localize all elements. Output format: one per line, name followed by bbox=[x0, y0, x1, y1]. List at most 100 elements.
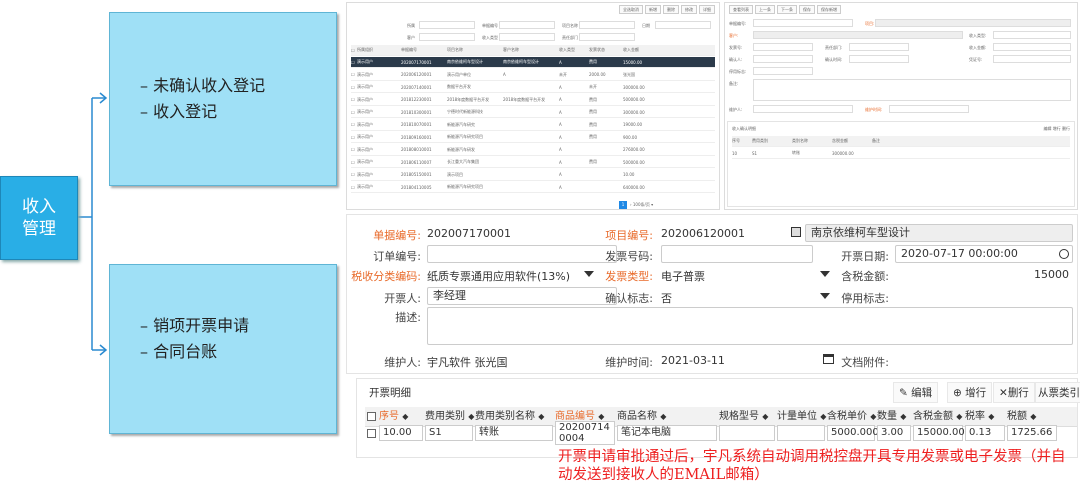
disabled-label: 停用标志: bbox=[841, 292, 889, 305]
col-fee-cat-name[interactable]: 费用类别名称 ◆ bbox=[475, 407, 544, 427]
clock-icon[interactable] bbox=[1059, 249, 1069, 259]
project-no-value: 202006120001 bbox=[661, 227, 745, 240]
order-no-label: 订单编号: bbox=[373, 250, 421, 263]
col-spec[interactable]: 规格型号 ◆ bbox=[719, 407, 768, 427]
income-edit-screenshot: 查看列表 上一条 下一条 保存 保存新增 单据编号: 项目: 客户: 收入类型: 发票号… bbox=[724, 2, 1078, 210]
desc-textarea[interactable] bbox=[427, 307, 1073, 345]
col-tax[interactable]: 税额 ◆ bbox=[1007, 407, 1036, 427]
invoice-form: 单据编号: 202007170001 项目编号: 202006120001 南京… bbox=[346, 214, 1078, 374]
cell-fee-cat-name[interactable]: 转账 bbox=[475, 425, 553, 441]
mini-table-row[interactable]: ☐ 演示用户 201810300001 宁德时代新能源科技 A 费用 300000.00 bbox=[351, 107, 715, 118]
doc-no-label: 单据编号: bbox=[373, 229, 421, 242]
mini-table-row[interactable]: ☐ 演示用户 201808010001 新能源汽车研发 A 276000.00 bbox=[351, 145, 715, 156]
maintainer-label: 维护人: bbox=[384, 356, 421, 369]
project-name-field: 南京依维柯车型设计 bbox=[805, 224, 1073, 242]
edit-toolbar-button-2[interactable]: 下一条 bbox=[777, 5, 797, 14]
income-group-list: 未确认收入登记收入登记 bbox=[140, 73, 265, 125]
col-qty[interactable]: 数量 ◆ bbox=[877, 407, 906, 427]
edit-toolbar: 查看列表 上一条 下一条 保存 保存新增 bbox=[727, 5, 841, 14]
amount-value: 15000 bbox=[1034, 268, 1069, 281]
mini-table-row[interactable]: ☐ 演示用户 201805150001 演示项目 A 10.00 bbox=[351, 170, 715, 181]
col-tax-rate[interactable]: 税率 ◆ bbox=[965, 407, 994, 427]
mini-table-row[interactable]: ☐ 演示用户 201809160001 新能源汽车研究项目 A 费用 900.00 bbox=[351, 132, 715, 143]
delete-row-button[interactable]: ✕删行 bbox=[993, 382, 1035, 403]
desc-label: 描述: bbox=[395, 311, 421, 324]
income-group-box: 未确认收入登记收入登记 bbox=[109, 12, 337, 186]
confirm-label: 确认标志: bbox=[605, 292, 653, 305]
add-row-button[interactable]: ⊕ 增行 bbox=[947, 382, 993, 403]
cell-amount[interactable]: 15000.00 bbox=[913, 425, 965, 441]
income-management-label: 收入 管理 bbox=[22, 197, 56, 239]
invoice-group-list: 销项开票申请合同台账 bbox=[140, 313, 249, 365]
invoice-group-box: 销项开票申请合同台账 bbox=[109, 264, 337, 434]
confirm-select[interactable]: 否 bbox=[661, 290, 672, 306]
list-toolbar-button-4[interactable]: 详细 bbox=[699, 5, 715, 14]
list-toolbar-button-0[interactable]: 全选取消 bbox=[619, 5, 643, 14]
cell-seq[interactable]: 10.00 bbox=[379, 425, 423, 441]
invoice-type-label: 发票类型: bbox=[605, 270, 653, 283]
col-amount[interactable]: 含税金额 ◆ bbox=[913, 407, 962, 427]
mini-table-row[interactable]: ☐ 演示用户 201810070001 新能源汽车研究 A 费用 19000.00 bbox=[351, 120, 715, 131]
invoice-no-input[interactable] bbox=[661, 245, 813, 263]
row-checkbox[interactable] bbox=[367, 429, 376, 438]
import-button[interactable]: 从票类引入 bbox=[1035, 382, 1080, 403]
amount-label: 含税金额: bbox=[841, 270, 889, 283]
income-group-item-1: 收入登记 bbox=[140, 99, 265, 125]
col-fee-cat[interactable]: 费用类别 ◆ bbox=[425, 407, 474, 427]
mini-table-row[interactable]: ☐ 演示用户 201812230001 2018年度数据平台开发 2018年度数据平台开… bbox=[351, 95, 715, 106]
add-row-icon: ⊕ bbox=[953, 387, 962, 399]
cell-tax-rate[interactable]: 0.13 bbox=[965, 425, 1005, 441]
col-seq[interactable]: 序号 ◆ bbox=[379, 407, 408, 427]
list-toolbar-button-2[interactable]: 删除 bbox=[663, 5, 679, 14]
cell-goods-no[interactable]: 202007140004 bbox=[555, 421, 615, 445]
income-management-box: 收入 管理 bbox=[0, 176, 78, 260]
mini-table-header[interactable]: ☐ 所属组织 单据编号 项目名称 客户名称 收入类型 发票状态 收入金额 bbox=[351, 45, 715, 56]
col-unit[interactable]: 计量单位 ◆ bbox=[777, 407, 826, 427]
mini-pager[interactable]: 1 › 100条/页 ▾ bbox=[619, 201, 653, 209]
list-toolbar-button-3[interactable]: 修改 bbox=[681, 5, 697, 14]
cell-qty[interactable]: 3.00 bbox=[877, 425, 911, 441]
mini-table-row[interactable]: ☐ 演示用户 201806110007 长江重大汽车集团 A 费用 500000.00 bbox=[351, 157, 715, 168]
invoice-group-item-0: 销项开票申请 bbox=[140, 313, 249, 339]
tax-class-label: 税收分类编码: bbox=[351, 270, 421, 283]
cell-unit-price[interactable]: 5000.0000 bbox=[827, 425, 885, 441]
maint-time-value: 2021-03-11 bbox=[661, 354, 725, 367]
invoice-detail-panel: 开票明细 ✎ 编辑 ⊕ 增行 ✕删行 从票类引入 序号 ◆ 费用类别 ◆ 费用类… bbox=[356, 378, 1080, 458]
invoice-no-label: 发票号码: bbox=[605, 250, 653, 263]
income-list-screenshot: 全选取消 新增 删除 修改 详细 所属 单据编号 项目名称 日期 客户 收入类型 责任部… bbox=[346, 2, 720, 210]
edit-toolbar-button-3[interactable]: 保存 bbox=[799, 5, 815, 14]
close-icon: ✕ bbox=[999, 387, 1008, 399]
attach-label: 文档附件: bbox=[841, 356, 889, 369]
edit-toolbar-button-0[interactable]: 查看列表 bbox=[729, 5, 753, 14]
mini-table-row[interactable]: ☐ 演示用户 201804110005 新能源汽车研究项目 A 640000.00 bbox=[351, 182, 715, 193]
invoice-type-select[interactable]: 电子普票 bbox=[661, 268, 705, 284]
edit-icon: ✎ bbox=[899, 387, 908, 399]
income-group-item-0: 未确认收入登记 bbox=[140, 73, 265, 99]
invoice-date-input[interactable]: 2020-07-17 00:00:00 bbox=[895, 245, 1073, 263]
tax-class-select[interactable]: 纸质专票通用应用软件(13%) bbox=[427, 268, 570, 284]
list-toolbar: 全选取消 新增 删除 修改 详细 bbox=[617, 5, 715, 14]
cell-goods-name[interactable]: 笔记本电脑 bbox=[617, 425, 717, 441]
cell-fee-cat[interactable]: S1 bbox=[425, 425, 473, 441]
auto-invoice-note: 开票申请审批通过后，宇凡系统自动调用税控盘开具专用发票或电子发票（并自动发送到接… bbox=[558, 449, 1066, 483]
mini-table-row[interactable]: ☐ 演示用户 202007170001 南京依维柯车型设计 南京依维柯车型设计 A 费用 15… bbox=[351, 57, 715, 68]
edit-toolbar-button-1[interactable]: 上一条 bbox=[755, 5, 775, 14]
cell-tax[interactable]: 1725.66 bbox=[1007, 425, 1057, 441]
cell-spec[interactable] bbox=[719, 425, 775, 441]
col-unit-price[interactable]: 含税单价 ◆ bbox=[827, 407, 876, 427]
edit-toolbar-button-4[interactable]: 保存新增 bbox=[817, 5, 841, 14]
maintainer-value: 宇凡软件 张光国 bbox=[427, 356, 508, 369]
invoice-date-label: 开票日期: bbox=[841, 250, 889, 263]
list-toolbar-button-1[interactable]: 新增 bbox=[645, 5, 661, 14]
select-all-checkbox[interactable] bbox=[367, 412, 376, 421]
edit-button[interactable]: ✎ 编辑 bbox=[893, 382, 939, 403]
project-no-label: 项目编号: bbox=[605, 229, 653, 242]
invoice-group-item-1: 合同台账 bbox=[140, 339, 249, 365]
maint-time-label: 维护时间: bbox=[605, 356, 653, 369]
mini-table-row[interactable]: ☐ 演示用户 202007140001 数据平台开发 A 未开 300000.00 bbox=[351, 82, 715, 93]
detail-title: 开票明细 bbox=[369, 387, 411, 399]
cell-unit[interactable] bbox=[777, 425, 825, 441]
mini-table-row[interactable]: ☐ 演示用户 202006120001 演示用户单位 A 未开 2000.00 张光国 bbox=[351, 70, 715, 81]
col-goods-name[interactable]: 商品名称 ◆ bbox=[617, 407, 666, 427]
project-lookup-icon[interactable] bbox=[791, 227, 801, 237]
